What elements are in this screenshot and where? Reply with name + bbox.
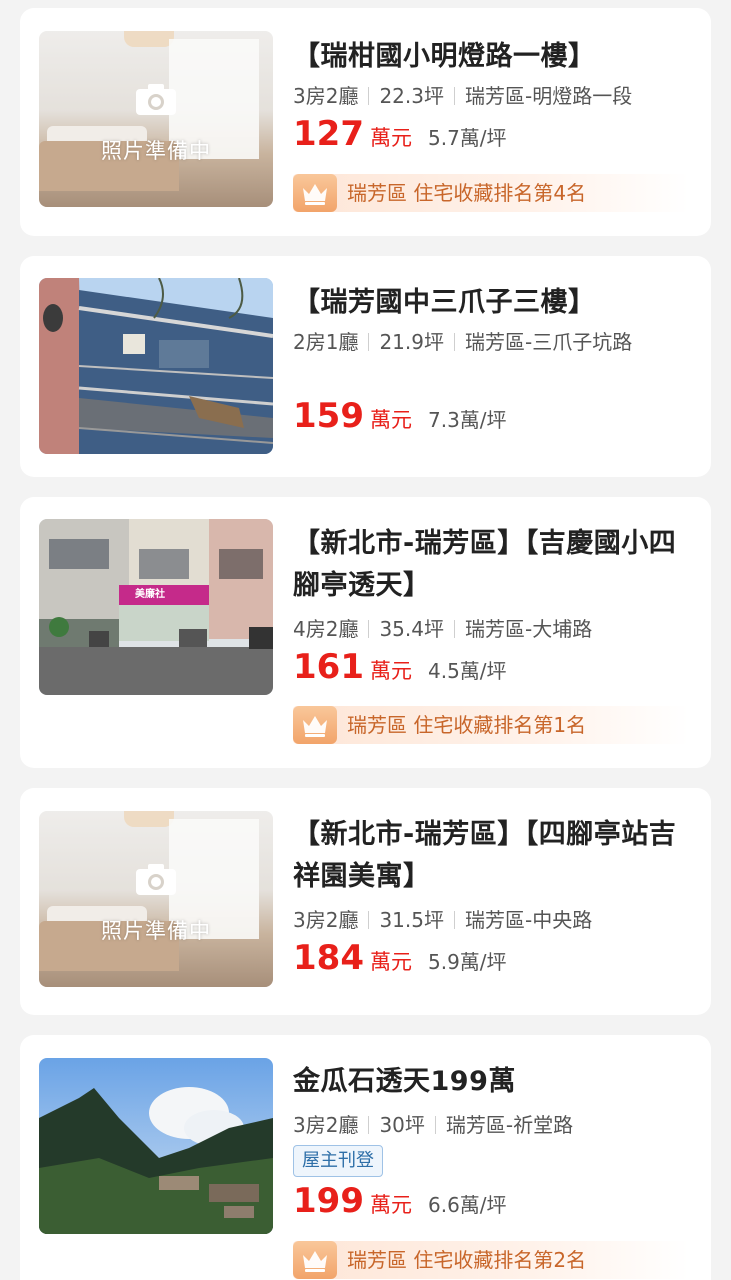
rank-text: 瑞芳區 住宅收藏排名第2名 xyxy=(347,1248,587,1272)
listing-location: 瑞芳區-中央路 xyxy=(464,908,593,932)
price-unit: 萬元 xyxy=(369,408,412,432)
listing-location: 瑞芳區-祈堂路 xyxy=(445,1113,574,1137)
listing-location: 瑞芳區-大埔路 xyxy=(464,617,593,641)
collection-rank-badge: 瑞芳區 住宅收藏排名第4名 xyxy=(293,174,689,212)
listing-card[interactable]: 金瓜石透天199萬 3房2廳 30坪 瑞芳區-祈堂路 屋主刊登 199 萬元 6.6萬/… xyxy=(20,1035,711,1280)
divider xyxy=(453,620,455,638)
listing-rooms: 3房2廳 xyxy=(293,1113,359,1137)
divider xyxy=(434,1116,436,1134)
divider xyxy=(368,87,370,105)
listing-title[interactable]: 金瓜石透天199萬 xyxy=(293,1061,691,1103)
price-unit: 萬元 xyxy=(369,950,412,974)
building-photo xyxy=(39,278,273,454)
collection-rank-badge: 瑞芳區 住宅收藏排名第2名 xyxy=(293,1241,689,1279)
divider xyxy=(368,620,370,638)
listing-price: 199 xyxy=(293,1181,364,1221)
listing-meta: 3房2廳 31.5坪 瑞芳區-中央路 xyxy=(293,906,691,934)
price-per-ping: 4.5萬/坪 xyxy=(427,659,507,683)
rank-text: 瑞芳區 住宅收藏排名第4名 xyxy=(347,181,587,205)
listing-rooms: 2房1廳 xyxy=(293,330,359,354)
listing-title[interactable]: 【新北市-瑞芳區】【吉慶國小四腳亭透天】 xyxy=(293,523,691,607)
listing-card[interactable]: 照片準備中 【瑞柑國小明燈路一樓】 3房2廳 22.3坪 瑞芳區-明燈路一段 127… xyxy=(20,8,711,236)
divider xyxy=(453,333,455,351)
listing-photo[interactable] xyxy=(39,1058,273,1234)
listing-area: 21.9坪 xyxy=(379,330,444,354)
listing-title[interactable]: 【瑞芳國中三爪子三樓】 xyxy=(293,282,691,324)
shopfront-photo xyxy=(39,519,273,695)
photo-placeholder-label: 照片準備中 xyxy=(101,919,211,943)
listing-price: 161 xyxy=(293,647,364,687)
listing-card[interactable]: 照片準備中 【新北市-瑞芳區】【四腳亭站吉祥園美寓】 3房2廳 31.5坪 瑞芳區-… xyxy=(20,788,711,1015)
listing-photo-placeholder[interactable]: 照片準備中 xyxy=(39,811,273,987)
listing-meta: 4房2廳 35.4坪 瑞芳區-大埔路 xyxy=(293,615,691,643)
listing-area: 35.4坪 xyxy=(379,617,444,641)
listing-photo[interactable] xyxy=(39,278,273,454)
divider xyxy=(368,911,370,929)
listing-card[interactable]: 美廉社 【新北市-瑞芳區】【吉慶國小四腳亭透天】 4房2廳 35.4坪 瑞芳區-大埔… xyxy=(20,497,711,768)
listing-area: 30坪 xyxy=(379,1113,425,1137)
listing-card[interactable]: 【瑞芳國中三爪子三樓】 2房1廳 21.9坪 瑞芳區-三爪子坑路 159 萬元 7.3萬… xyxy=(20,256,711,477)
crown-icon xyxy=(293,174,337,212)
price-row: 184 萬元 5.9萬/坪 xyxy=(293,938,691,984)
listing-price: 159 xyxy=(293,396,364,436)
listing-rooms: 3房2廳 xyxy=(293,84,359,108)
listing-rooms: 4房2廳 xyxy=(293,617,359,641)
listing-meta: 3房2廳 30坪 瑞芳區-祈堂路 xyxy=(293,1111,691,1139)
crown-icon xyxy=(293,1241,337,1279)
price-row: 199 萬元 6.6萬/坪 xyxy=(293,1181,691,1227)
photo-placeholder-label: 照片準備中 xyxy=(101,139,211,163)
divider xyxy=(453,911,455,929)
price-row: 127 萬元 5.7萬/坪 xyxy=(293,114,691,160)
owner-listing-tag: 屋主刊登 xyxy=(293,1145,383,1177)
price-unit: 萬元 xyxy=(369,126,412,150)
collection-rank-badge: 瑞芳區 住宅收藏排名第1名 xyxy=(293,706,689,744)
listing-rooms: 3房2廳 xyxy=(293,908,359,932)
divider xyxy=(368,333,370,351)
crown-icon xyxy=(293,706,337,744)
camera-icon xyxy=(136,864,176,895)
camera-icon xyxy=(136,84,176,115)
listing-location: 瑞芳區-三爪子坑路 xyxy=(464,330,633,354)
price-per-ping: 7.3萬/坪 xyxy=(427,408,507,432)
price-unit: 萬元 xyxy=(369,659,412,683)
mountain-photo xyxy=(39,1058,273,1234)
divider xyxy=(453,87,455,105)
price-row: 159 萬元 7.3萬/坪 xyxy=(293,396,691,442)
price-per-ping: 5.9萬/坪 xyxy=(427,950,507,974)
listing-location: 瑞芳區-明燈路一段 xyxy=(464,84,633,108)
price-row: 161 萬元 4.5萬/坪 xyxy=(293,647,691,693)
listing-area: 22.3坪 xyxy=(379,84,444,108)
price-per-ping: 5.7萬/坪 xyxy=(427,126,507,150)
listing-meta: 3房2廳 22.3坪 瑞芳區-明燈路一段 xyxy=(293,82,691,110)
listing-photo-placeholder[interactable]: 照片準備中 xyxy=(39,31,273,207)
listing-area: 31.5坪 xyxy=(379,908,444,932)
listing-photo[interactable]: 美廉社 xyxy=(39,519,273,695)
listing-price: 184 xyxy=(293,938,364,978)
divider xyxy=(368,1116,370,1134)
price-per-ping: 6.6萬/坪 xyxy=(427,1193,507,1217)
shop-sign-text: 美廉社 xyxy=(135,589,165,600)
listing-title[interactable]: 【新北市-瑞芳區】【四腳亭站吉祥園美寓】 xyxy=(293,814,691,898)
rank-text: 瑞芳區 住宅收藏排名第1名 xyxy=(347,713,587,737)
listing-title[interactable]: 【瑞柑國小明燈路一樓】 xyxy=(293,36,691,78)
listing-price: 127 xyxy=(293,114,364,154)
price-unit: 萬元 xyxy=(369,1193,412,1217)
listing-meta: 2房1廳 21.9坪 瑞芳區-三爪子坑路 xyxy=(293,328,691,356)
